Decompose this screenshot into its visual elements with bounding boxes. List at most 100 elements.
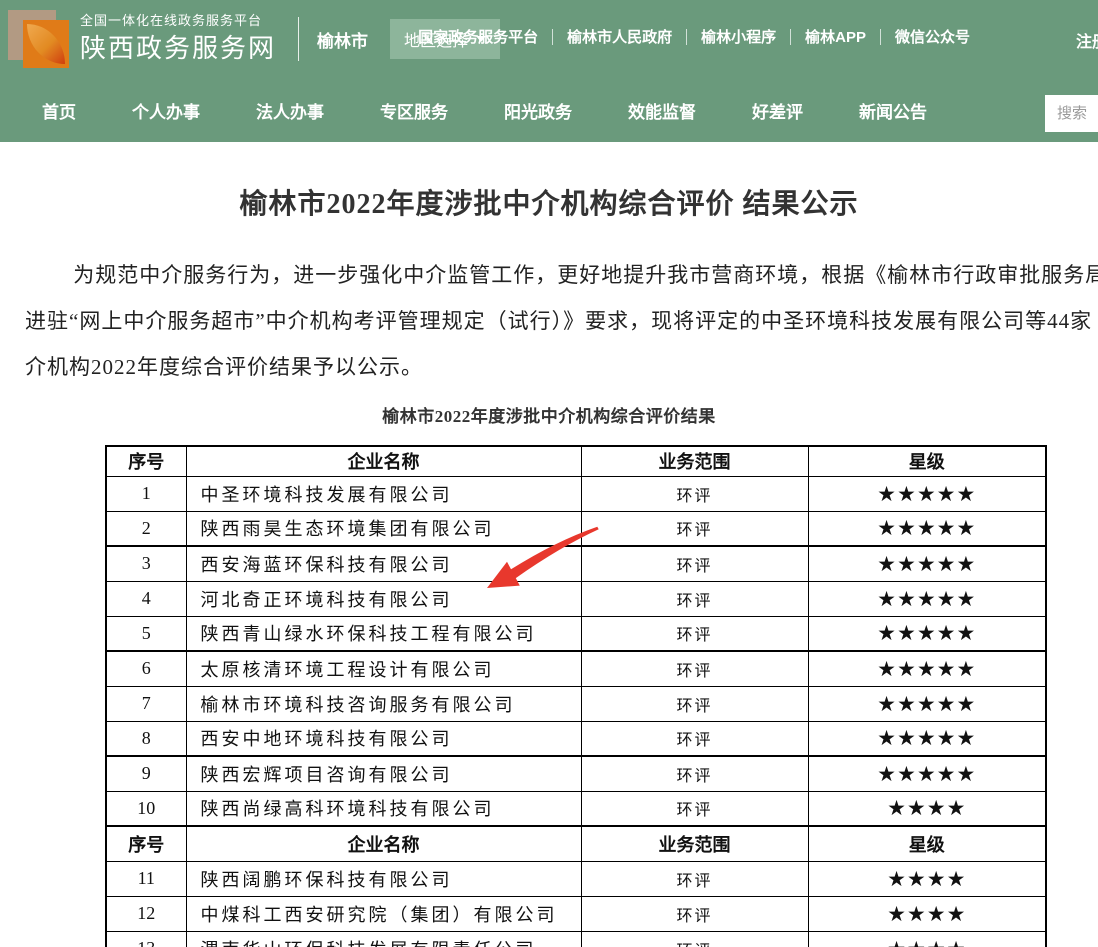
paragraph-line: 进驻“网上中介服务超市”中介机构考评管理规定（试行）》要求，现将评定的中圣环境科… (25, 298, 1098, 344)
row-number-cell: 4 (106, 581, 186, 616)
leaf-icon (27, 24, 65, 64)
business-scope-cell: 环评 (581, 476, 808, 511)
table-row: 10陕西尚绿高科环境科技有限公司环评★★★★ (106, 791, 1046, 826)
company-name-cell: 太原核清环境工程设计有限公司 (186, 651, 581, 686)
company-name-cell: 渭南华山环保科技发展有限责任公司 (186, 931, 581, 947)
paragraph-line: 介机构2022年度综合评价结果予以公示。 (25, 344, 1098, 390)
company-name-cell: 陕西青山绿水环保科技工程有限公司 (186, 616, 581, 651)
table-caption: 榆林市2022年度涉批中介机构综合评价结果 (0, 402, 1098, 427)
article: 榆林市2022年度涉批中介机构综合评价 结果公示 为规范中介服务行为，进一步强化… (0, 142, 1098, 947)
nav-item-legal[interactable]: 法人办事 (256, 98, 324, 123)
nav-item-supervision[interactable]: 效能监督 (628, 98, 696, 123)
company-name-cell: 西安海蓝环保科技有限公司 (186, 546, 581, 581)
table-row: 4河北奇正环境科技有限公司环评★★★★★ (106, 581, 1046, 616)
page-title: 榆林市2022年度涉批中介机构综合评价 结果公示 (0, 142, 1098, 222)
nav-item-rating[interactable]: 好差评 (752, 98, 803, 123)
column-header: 星级 (808, 446, 1046, 476)
row-number-cell: 2 (106, 511, 186, 546)
link-city-government[interactable]: 榆林市人民政府 (567, 26, 672, 47)
eval-table-body: 序号企业名称业务范围星级1中圣环境科技发展有限公司环评★★★★★2陕西雨昊生态环… (106, 446, 1046, 947)
row-number-cell: 10 (106, 791, 186, 826)
eval-table: 序号企业名称业务范围星级1中圣环境科技发展有限公司环评★★★★★2陕西雨昊生态环… (105, 445, 1047, 947)
table-row: 5陕西青山绿水环保科技工程有限公司环评★★★★★ (106, 616, 1046, 651)
search-input[interactable] (1045, 95, 1098, 132)
star-rating-cell: ★★★★★ (808, 511, 1046, 546)
nav-item-sunshine[interactable]: 阳光政务 (504, 98, 572, 123)
business-scope-cell: 环评 (581, 896, 808, 931)
platform-label: 全国一体化在线政务服务平台 (80, 13, 276, 29)
star-rating-cell: ★★★★★ (808, 756, 1046, 791)
business-scope-cell: 环评 (581, 651, 808, 686)
star-rating-cell: ★★★★★ (808, 616, 1046, 651)
table-row: 9陕西宏辉项目咨询有限公司环评★★★★★ (106, 756, 1046, 791)
link-separator (686, 29, 687, 45)
company-name-cell: 河北奇正环境科技有限公司 (186, 581, 581, 616)
link-separator (880, 29, 881, 45)
column-header: 业务范围 (581, 446, 808, 476)
business-scope-cell: 环评 (581, 861, 808, 896)
row-number-cell: 3 (106, 546, 186, 581)
column-header: 序号 (106, 826, 186, 861)
business-scope-cell: 环评 (581, 756, 808, 791)
table-row: 3西安海蓝环保科技有限公司环评★★★★★ (106, 546, 1046, 581)
company-name-cell: 陕西尚绿高科环境科技有限公司 (186, 791, 581, 826)
star-rating-cell: ★★★★★ (808, 476, 1046, 511)
site-header: 全国一体化在线政务服务平台 陕西政务服务网 榆林市 地区选择 国家政务服务平台 … (0, 0, 1098, 78)
business-scope-cell: 环评 (581, 581, 808, 616)
row-number-cell: 1 (106, 476, 186, 511)
link-national-platform[interactable]: 国家政务服务平台 (418, 26, 538, 47)
business-scope-cell: 环评 (581, 931, 808, 947)
star-rating-cell: ★★★★★ (808, 721, 1046, 756)
main-nav: 首页 个人办事 法人办事 专区服务 阳光政务 效能监督 好差评 新闻公告 (0, 78, 1098, 142)
company-name-cell: 陕西宏辉项目咨询有限公司 (186, 756, 581, 791)
star-rating-cell: ★★★★★ (808, 546, 1046, 581)
table-row: 1中圣环境科技发展有限公司环评★★★★★ (106, 476, 1046, 511)
business-scope-cell: 环评 (581, 616, 808, 651)
site-name: 陕西政务服务网 (80, 32, 276, 65)
star-rating-cell: ★★★★ (808, 931, 1046, 947)
column-header: 企业名称 (186, 826, 581, 861)
business-scope-cell: 环评 (581, 791, 808, 826)
company-name-cell: 中煤科工西安研究院（集团）有限公司 (186, 896, 581, 931)
table-row: 11陕西阔鹏环保科技有限公司环评★★★★ (106, 861, 1046, 896)
register-link[interactable]: 注册 (1076, 28, 1098, 52)
logo-front-square (23, 20, 69, 68)
current-city-label: 榆林市 (317, 27, 368, 52)
column-header: 企业名称 (186, 446, 581, 476)
table-row: 12中煤科工西安研究院（集团）有限公司环评★★★★ (106, 896, 1046, 931)
table-row: 8西安中地环境科技有限公司环评★★★★★ (106, 721, 1046, 756)
row-number-cell: 11 (106, 861, 186, 896)
row-number-cell: 7 (106, 686, 186, 721)
company-name-cell: 陕西阔鹏环保科技有限公司 (186, 861, 581, 896)
link-mini-program[interactable]: 榆林小程序 (701, 26, 776, 47)
nav-item-news[interactable]: 新闻公告 (859, 98, 927, 123)
row-number-cell: 13 (106, 931, 186, 947)
row-number-cell: 12 (106, 896, 186, 931)
star-rating-cell: ★★★★★ (808, 651, 1046, 686)
page: 全国一体化在线政务服务平台 陕西政务服务网 榆林市 地区选择 国家政务服务平台 … (0, 0, 1098, 947)
star-rating-cell: ★★★★ (808, 791, 1046, 826)
row-number-cell: 9 (106, 756, 186, 791)
link-separator (552, 29, 553, 45)
site-logo-icon (8, 8, 70, 70)
business-scope-cell: 环评 (581, 686, 808, 721)
column-header: 星级 (808, 826, 1046, 861)
business-scope-cell: 环评 (581, 546, 808, 581)
nav-item-home[interactable]: 首页 (42, 98, 76, 123)
link-separator (790, 29, 791, 45)
table-row: 7榆林市环境科技咨询服务有限公司环评★★★★★ (106, 686, 1046, 721)
paragraph-line: 为规范中介服务行为，进一步强化中介监管工作，更好地提升我市营商环境，根据《榆林市… (25, 252, 1098, 298)
star-rating-cell: ★★★★★ (808, 581, 1046, 616)
company-name-cell: 西安中地环境科技有限公司 (186, 721, 581, 756)
table-header-row: 序号企业名称业务范围星级 (106, 826, 1046, 861)
business-scope-cell: 环评 (581, 511, 808, 546)
brand-block: 全国一体化在线政务服务平台 陕西政务服务网 (80, 13, 276, 65)
header-divider (298, 17, 299, 61)
company-name-cell: 榆林市环境科技咨询服务有限公司 (186, 686, 581, 721)
link-wechat[interactable]: 微信公众号 (895, 26, 970, 47)
column-header: 业务范围 (581, 826, 808, 861)
nav-item-zone[interactable]: 专区服务 (380, 98, 448, 123)
row-number-cell: 6 (106, 651, 186, 686)
link-app[interactable]: 榆林APP (805, 26, 866, 47)
nav-item-personal[interactable]: 个人办事 (132, 98, 200, 123)
